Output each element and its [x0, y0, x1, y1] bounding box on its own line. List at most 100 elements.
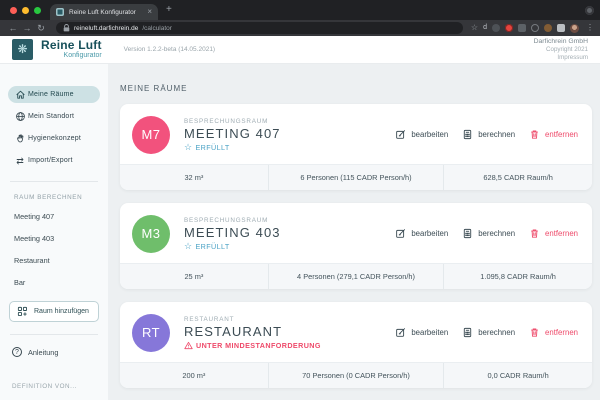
- room-card: RT RESTAURANT RESTAURANT UNTER MINDESTAN…: [120, 302, 592, 388]
- header-right: Darfichrein GmbH Copyright 2021 Impressu…: [534, 37, 588, 62]
- edit-button[interactable]: bearbeiten: [395, 129, 448, 140]
- room-avatar: M7: [132, 116, 170, 154]
- calculate-button[interactable]: berechnen: [462, 228, 515, 239]
- status-badge: UNTER MINDESTANFORDERUNG: [184, 341, 395, 350]
- browser-window: Reine Luft Konfigurator × + ← → ↻ reinel…: [0, 0, 600, 400]
- status-text: ERFÜLLT: [195, 242, 229, 251]
- sidebar-room-item[interactable]: Bar: [0, 271, 108, 293]
- calculator-icon: [462, 327, 473, 338]
- star-icon: ☆: [184, 143, 192, 151]
- minimize-window-button[interactable]: [22, 7, 29, 14]
- swap-arrows-icon: ⇄: [12, 156, 28, 166]
- company-name: Darfichrein GmbH: [534, 37, 588, 46]
- room-type-label: BESPRECHUNGSRAUM: [184, 217, 395, 224]
- extension-icon[interactable]: [492, 24, 500, 32]
- close-window-button[interactable]: [10, 7, 17, 14]
- room-cadr: 628,5 CADR Raum/h: [443, 165, 592, 190]
- warning-icon: [184, 341, 193, 350]
- remove-button[interactable]: entfernen: [529, 228, 578, 239]
- remove-button[interactable]: entfernen: [529, 129, 578, 140]
- sidebar-room-item[interactable]: Restaurant: [0, 249, 108, 271]
- sidebar-item-label: Meine Räume: [28, 91, 74, 98]
- extension-d-icon[interactable]: d: [483, 24, 487, 32]
- add-room-button[interactable]: Raum hinzufügen: [9, 301, 99, 322]
- question-icon: ?: [12, 347, 22, 357]
- impressum-link[interactable]: Impressum: [534, 54, 588, 62]
- reload-button[interactable]: ↻: [34, 21, 48, 35]
- sidebar: Meine Räume Mein Standort Hygienekonzept…: [0, 64, 108, 400]
- edit-button[interactable]: bearbeiten: [395, 228, 448, 239]
- maximize-window-button[interactable]: [34, 7, 41, 14]
- room-area: 25 m³: [120, 264, 268, 289]
- divider: [10, 181, 98, 182]
- main-content: MEINE RÄUME M7 BESPRECHUNGSRAUM MEETING …: [108, 64, 600, 400]
- edit-icon: [395, 228, 406, 239]
- browser-tab[interactable]: Reine Luft Konfigurator ×: [50, 4, 158, 20]
- back-button[interactable]: ←: [6, 21, 20, 35]
- remove-button[interactable]: entfernen: [529, 327, 578, 338]
- calculate-button[interactable]: berechnen: [462, 327, 515, 338]
- url-path: /calculator: [142, 25, 172, 32]
- home-icon: [12, 89, 28, 100]
- room-persons: 6 Personen (115 CADR Person/h): [268, 165, 443, 190]
- sidebar-item-meine-raeume[interactable]: Meine Räume: [8, 86, 100, 103]
- tab-search-icon[interactable]: [585, 6, 594, 15]
- status-text: UNTER MINDESTANFORDERUNG: [196, 341, 321, 350]
- extension-icon[interactable]: [544, 24, 552, 32]
- extension-icon[interactable]: [505, 24, 513, 32]
- trash-icon: [529, 228, 540, 239]
- extensions-puzzle-icon[interactable]: [557, 24, 565, 32]
- room-card: M3 BESPRECHUNGSRAUM MEETING 403 ☆ ERFÜLL…: [120, 203, 592, 289]
- sidebar-item-hygienekonzept[interactable]: Hygienekonzept: [8, 130, 100, 147]
- room-cadr: 1.095,8 CADR Raum/h: [443, 264, 592, 289]
- sidebar-room-item[interactable]: Meeting 407: [0, 205, 108, 227]
- room-cadr: 0,0 CADR Raum/h: [443, 363, 592, 388]
- browser-menu-icon[interactable]: ⋮: [584, 24, 594, 32]
- url-domain: reineluft.darfichrein.de: [74, 25, 138, 32]
- add-room-label: Raum hinzufügen: [34, 308, 89, 315]
- sidebar-item-label: Mein Standort: [28, 113, 74, 120]
- trash-icon: [529, 129, 540, 140]
- help-link[interactable]: ? Anleitung: [12, 347, 100, 357]
- room-title: MEETING 403: [184, 225, 395, 240]
- extension-icon[interactable]: [531, 24, 539, 32]
- page-title: MEINE RÄUME: [120, 84, 592, 93]
- room-type-label: BESPRECHUNGSRAUM: [184, 118, 395, 125]
- copyright: Copyright 2021: [534, 46, 588, 54]
- room-title: MEETING 407: [184, 126, 395, 141]
- sidebar-item-import-export[interactable]: ⇄ Import/Export: [8, 152, 100, 169]
- toolbar-icons: ☆ d ⋮: [471, 24, 594, 33]
- extension-shield-icon[interactable]: [518, 24, 526, 32]
- url-bar[interactable]: reineluft.darfichrein.de/calculator: [56, 22, 463, 34]
- app-subtitle: Konfigurator: [41, 51, 102, 60]
- new-tab-button[interactable]: +: [166, 5, 172, 15]
- definition-label: DEFINITION VON...: [12, 383, 108, 390]
- browser-profile-avatar[interactable]: [570, 24, 579, 33]
- sidebar-item-mein-standort[interactable]: Mein Standort: [8, 108, 100, 125]
- room-stats-row: 32 m³ 6 Personen (115 CADR Person/h) 628…: [120, 164, 592, 190]
- divider: [10, 334, 98, 335]
- edit-icon: [395, 129, 406, 140]
- sidebar-section-label: RAUM BERECHNEN: [14, 194, 108, 201]
- forward-button[interactable]: →: [20, 21, 34, 35]
- browser-toolbar: ← → ↻ reineluft.darfichrein.de/calculato…: [0, 20, 600, 36]
- browser-tabstrip: Reine Luft Konfigurator × +: [0, 0, 600, 20]
- add-room-icon: [17, 306, 28, 317]
- lock-icon: [63, 24, 70, 32]
- app-header: ❋ Reine Luft Konfigurator Version 1.2.2-…: [0, 36, 600, 64]
- bookmark-icon[interactable]: ☆: [471, 24, 478, 32]
- star-icon: ☆: [184, 242, 192, 250]
- calculate-button[interactable]: berechnen: [462, 129, 515, 140]
- app-logo-icon: ❋: [12, 39, 33, 60]
- room-card: M7 BESPRECHUNGSRAUM MEETING 407 ☆ ERFÜLL…: [120, 104, 592, 190]
- calculator-icon: [462, 129, 473, 140]
- edit-button[interactable]: bearbeiten: [395, 327, 448, 338]
- close-tab-icon[interactable]: ×: [147, 8, 152, 16]
- sidebar-item-label: Hygienekonzept: [28, 135, 81, 142]
- room-avatar: RT: [132, 314, 170, 352]
- room-title: RESTAURANT: [184, 324, 395, 339]
- room-stats-row: 25 m³ 4 Personen (279,1 CADR Person/h) 1…: [120, 263, 592, 289]
- trash-icon: [529, 327, 540, 338]
- app-logo: Reine Luft Konfigurator: [41, 39, 102, 60]
- sidebar-room-item[interactable]: Meeting 403: [0, 227, 108, 249]
